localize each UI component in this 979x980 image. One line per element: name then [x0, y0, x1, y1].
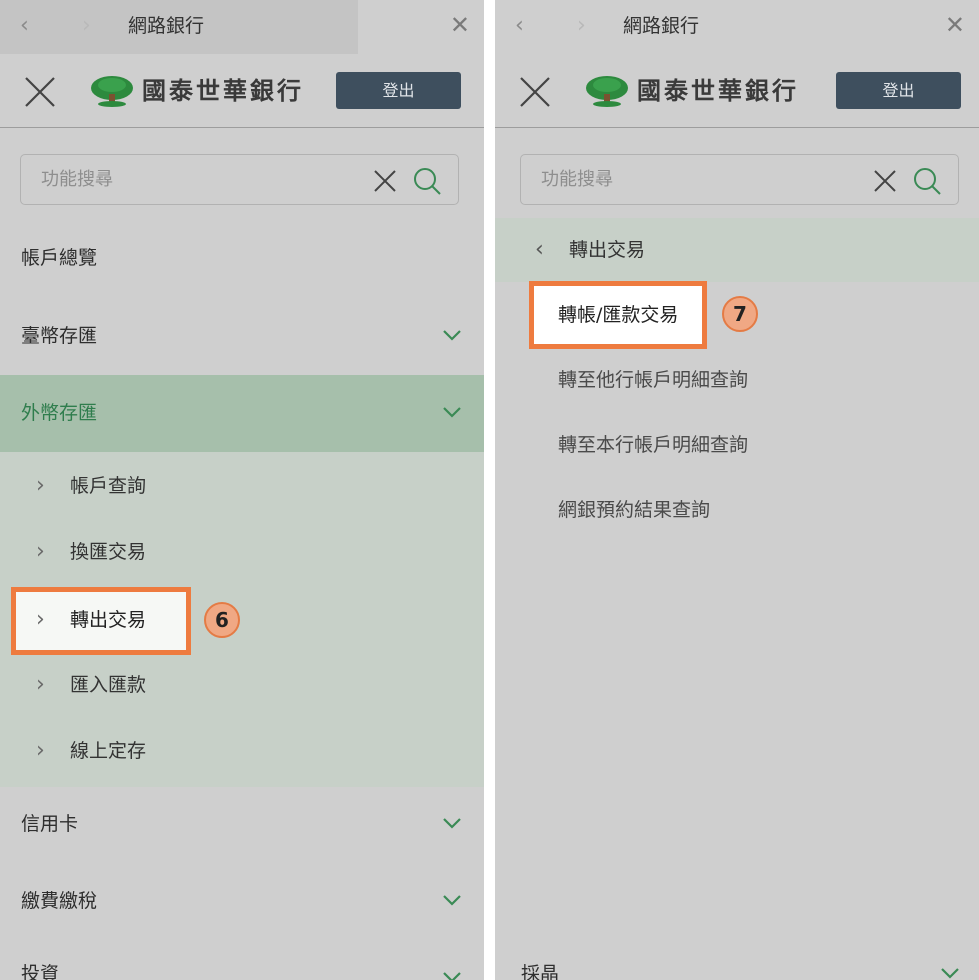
search-placeholder: 功能搜尋	[541, 169, 613, 190]
right-screen: ‹ › 網路銀行 ✕ 國泰世華銀行 登出 功能搜尋 ‹ 轉出交易 轉帳/匯款交易…	[495, 0, 979, 980]
submenu-item-inward-remittance[interactable]: › 匯入匯款	[0, 652, 484, 718]
app-header: 國泰世華銀行 登出	[0, 54, 484, 128]
submenu-item-label: 匯入匯款	[70, 674, 147, 696]
chevron-down-icon	[443, 895, 461, 906]
left-screen: ‹ › 網路銀行 ✕ 國泰世華銀行 登出 功能搜尋 帳戶總覽 臺幣存匯 外幣存匯…	[0, 0, 484, 980]
search-placeholder: 功能搜尋	[41, 169, 113, 190]
chevron-left-icon: ‹	[535, 237, 544, 262]
menu-item-investment[interactable]: 投資	[21, 960, 59, 980]
menu-item-label: 臺幣存匯	[21, 325, 98, 347]
logout-button[interactable]: 登出	[336, 72, 461, 109]
submenu-item-fx-exchange[interactable]: › 換匯交易	[0, 519, 484, 585]
chevron-right-icon: ›	[36, 672, 45, 697]
browser-topbar: ‹ › 網路銀行 ✕	[0, 0, 484, 54]
submenu-back-label: 轉出交易	[569, 239, 646, 261]
menu-item-label: 轉帳/匯款交易	[558, 304, 679, 326]
close-icon[interactable]: ✕	[450, 11, 470, 39]
submenu-back-row[interactable]: ‹ 轉出交易	[495, 218, 979, 282]
close-icon[interactable]: ✕	[945, 11, 965, 39]
chevron-right-icon: ›	[36, 738, 45, 763]
menu-item-transfer-remittance[interactable]: 轉帳/匯款交易	[529, 281, 707, 349]
chevron-down-icon	[443, 407, 461, 418]
menu-item-twd-deposit[interactable]: 臺幣存匯	[0, 298, 484, 375]
back-icon[interactable]: ‹	[20, 12, 29, 40]
chevron-down-icon	[941, 968, 959, 979]
step-badge: 7	[722, 296, 758, 332]
search-icon[interactable]	[912, 166, 942, 196]
chevron-down-icon	[443, 330, 461, 341]
forward-icon[interactable]: ›	[82, 12, 91, 40]
topbar-title: 網路銀行	[128, 15, 205, 37]
topbar-title: 網路銀行	[623, 15, 700, 37]
chevron-down-icon	[443, 818, 461, 829]
search-icon[interactable]	[412, 166, 442, 196]
menu-item-foreign-deposit[interactable]: 外幣存匯	[0, 375, 484, 452]
clear-icon[interactable]	[372, 168, 398, 194]
tree-logo-icon	[586, 76, 628, 107]
menu-item-scheduled-results[interactable]: 網銀預約結果查詢	[558, 496, 710, 524]
logout-button[interactable]: 登出	[836, 72, 961, 109]
chevron-right-icon: ›	[36, 607, 45, 632]
menu-close-icon[interactable]	[22, 74, 58, 110]
submenu-item-outward-transfer[interactable]: › 轉出交易	[11, 587, 191, 655]
menu-item-payments[interactable]: 繳費繳稅	[0, 863, 484, 940]
menu-item-label: 外幣存匯	[21, 402, 98, 424]
submenu-item-label: 換匯交易	[70, 541, 147, 563]
forward-icon[interactable]: ›	[577, 12, 586, 40]
menu-item-label: 繳費繳稅	[21, 890, 98, 912]
menu-item-label: 帳戶總覽	[21, 247, 98, 269]
submenu-item-label: 轉出交易	[70, 609, 147, 631]
search-field[interactable]: 功能搜尋	[20, 154, 459, 205]
menu-item-same-bank-detail[interactable]: 轉至本行帳戶明細查詢	[558, 431, 748, 459]
chevron-right-icon: ›	[36, 473, 45, 498]
step-badge: 6	[204, 602, 240, 638]
search-field[interactable]: 功能搜尋	[520, 154, 959, 205]
chevron-right-icon: ›	[36, 539, 45, 564]
brand-name: 國泰世華銀行	[637, 77, 799, 105]
clear-icon[interactable]	[872, 168, 898, 194]
tree-logo-icon	[91, 76, 133, 107]
submenu-item-label: 線上定存	[70, 740, 147, 762]
menu-item-cut-off[interactable]: 採晶	[521, 960, 559, 980]
menu-item-other-bank-detail[interactable]: 轉至他行帳戶明細查詢	[558, 366, 748, 394]
brand-name: 國泰世華銀行	[142, 77, 304, 105]
menu-item-label: 信用卡	[21, 813, 79, 835]
menu-close-icon[interactable]	[517, 74, 553, 110]
menu-item-credit-card[interactable]: 信用卡	[0, 786, 484, 863]
submenu-item-account-query[interactable]: › 帳戶查詢	[0, 453, 484, 519]
back-icon[interactable]: ‹	[515, 12, 524, 40]
menu-item-account-overview[interactable]: 帳戶總覽	[0, 220, 484, 297]
submenu-item-label: 帳戶查詢	[70, 475, 147, 497]
browser-topbar: ‹ › 網路銀行 ✕	[495, 0, 979, 54]
app-header: 國泰世華銀行 登出	[495, 54, 979, 128]
chevron-down-icon	[443, 972, 461, 980]
submenu-item-online-deposit[interactable]: › 線上定存	[0, 718, 484, 784]
